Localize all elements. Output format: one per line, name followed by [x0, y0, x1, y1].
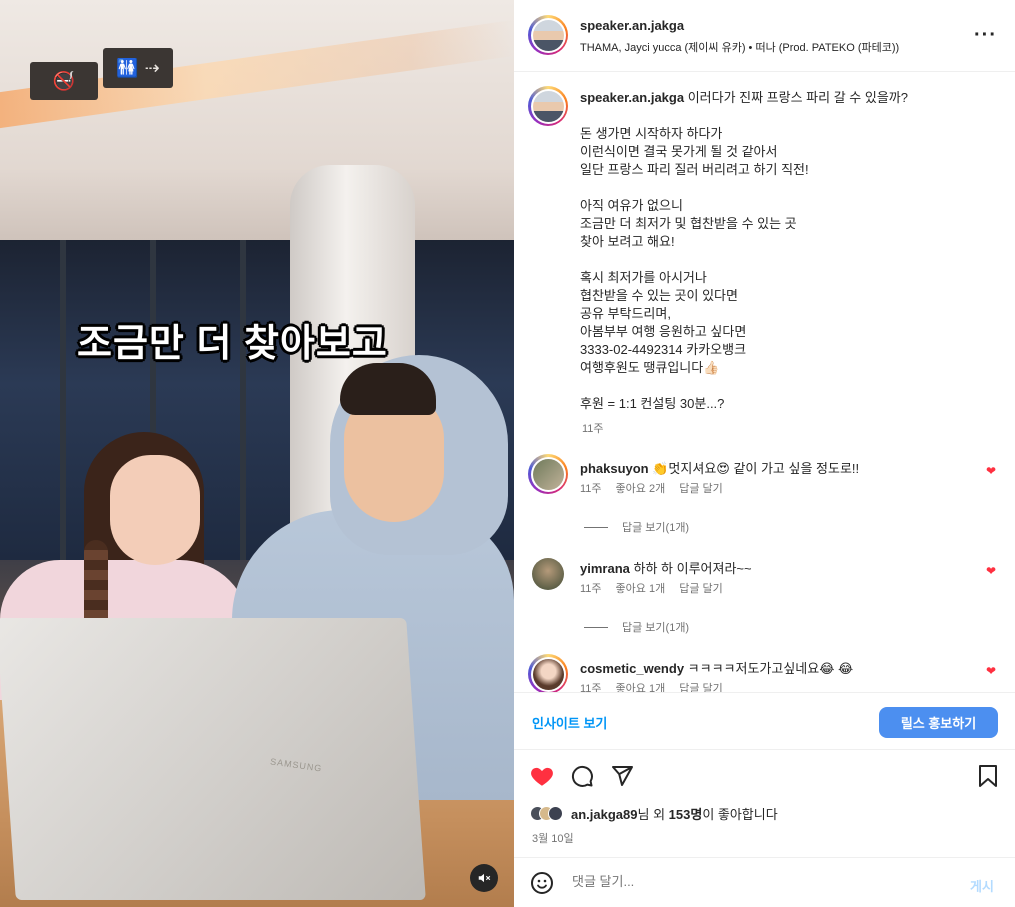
comment-likes[interactable]: 좋아요 1개	[616, 580, 666, 596]
mute-button[interactable]	[470, 864, 498, 892]
wall-sign: 🚭	[30, 62, 98, 100]
share-button[interactable]	[608, 762, 636, 790]
post-panel: speaker.an.jakga THAMA, Jayci yucca (제이씨…	[514, 0, 1015, 907]
post-caption: speaker.an.jakga 이러다가 진짜 프랑스 파리 갈 수 있을까?…	[580, 89, 1000, 413]
likes-count[interactable]: 153명	[669, 807, 703, 822]
heart-filled-icon: ❤	[986, 564, 997, 578]
liker-username[interactable]: an.jakga89	[571, 807, 638, 822]
comment-text: ㅋㅋㅋㅋ저도가고싶네요😂 😂	[687, 661, 854, 676]
comment-text: 하하 하 이루어져라~~	[633, 561, 752, 576]
more-options-button[interactable]: ···	[974, 24, 997, 47]
view-replies[interactable]: 답글 보기(1개)	[584, 619, 689, 635]
comment-like-button[interactable]: ❤	[986, 664, 996, 678]
comment-text: 👏멋지셔요😍 같이 가고 싶을 정도로!!	[652, 461, 860, 476]
action-icons	[514, 762, 1015, 792]
woman-braid	[84, 540, 108, 630]
restroom-sign: 🚻 ⇢	[103, 48, 173, 88]
likes-summary: an.jakga89님 외 153명이 좋아합니다	[530, 804, 778, 823]
post-date: 3월 10일	[532, 833, 574, 845]
comment-bubble-icon	[571, 765, 593, 787]
comment-like-button[interactable]: ❤	[986, 464, 996, 478]
emoji-button[interactable]	[530, 871, 554, 895]
video-caption-overlay: 조금만 더 찾아보고	[77, 323, 388, 365]
heart-filled-icon: ❤	[986, 464, 997, 478]
laptop	[0, 618, 426, 900]
comment-reply[interactable]: 답글 달기	[679, 480, 723, 496]
post-comment-button[interactable]: 게시	[970, 876, 994, 895]
comment-reply[interactable]: 답글 달기	[679, 680, 723, 692]
more-horizontal-icon: ···	[974, 24, 997, 46]
comment-username[interactable]: yimrana	[580, 561, 630, 576]
comment-time: 11주	[580, 583, 602, 595]
like-button[interactable]	[528, 762, 556, 790]
caption-text: 이러다가 진짜 프랑스 파리 갈 수 있을까? 돈 생가면 시작하자 하다가 이…	[580, 90, 908, 411]
comment-like-button[interactable]: ❤	[986, 564, 996, 578]
comment-reply[interactable]: 답글 달기	[679, 580, 723, 596]
comment-time: 11주	[580, 483, 602, 495]
insights-bar: 인사이트 보기 릴스 홍보하기	[514, 692, 1015, 750]
caption-username[interactable]: speaker.an.jakga	[580, 90, 684, 105]
comments-scroll[interactable]: speaker.an.jakga 이러다가 진짜 프랑스 파리 갈 수 있을까?…	[514, 72, 1015, 692]
view-replies[interactable]: 답글 보기(1개)	[584, 519, 689, 535]
heart-filled-icon	[531, 767, 553, 786]
smiley-icon	[531, 872, 553, 894]
comment-input[interactable]	[572, 874, 952, 889]
bookmark-icon	[979, 765, 997, 787]
comment-username[interactable]: cosmetic_wendy	[580, 661, 684, 676]
save-button[interactable]	[974, 762, 1002, 790]
post-header: speaker.an.jakga THAMA, Jayci yucca (제이씨…	[514, 0, 1015, 72]
promote-reel-button[interactable]: 릴스 홍보하기	[879, 707, 998, 738]
speaker-muted-icon	[478, 873, 491, 883]
view-insights-link[interactable]: 인사이트 보기	[532, 713, 607, 732]
caption-time: 11주	[582, 423, 604, 435]
comment-avatar[interactable]	[528, 654, 568, 692]
heart-filled-icon: ❤	[986, 664, 997, 678]
caption-avatar[interactable]	[528, 86, 568, 126]
comment-avatar[interactable]	[528, 454, 568, 494]
add-comment-bar: 게시	[514, 857, 1015, 907]
author-avatar[interactable]	[528, 15, 568, 55]
audio-track[interactable]: THAMA, Jayci yucca (제이씨 유카) • 떠나 (Prod. …	[580, 39, 899, 55]
paper-plane-icon	[612, 766, 633, 786]
comment-username[interactable]: phaksuyon	[580, 461, 649, 476]
man-hair	[340, 363, 436, 415]
woman-face	[110, 455, 200, 565]
comment-avatar[interactable]	[532, 558, 564, 590]
comment-time: 11주	[580, 683, 602, 692]
liker-avatar	[548, 806, 563, 821]
comment-button[interactable]	[568, 762, 596, 790]
author-username[interactable]: speaker.an.jakga	[580, 18, 684, 33]
comment-likes[interactable]: 좋아요 2개	[616, 480, 666, 496]
reel-video[interactable]: 🚭 🚻 ⇢ SAMSUNG 조금만 더 찾아보고	[0, 0, 514, 907]
comment-likes[interactable]: 좋아요 1개	[616, 680, 666, 692]
